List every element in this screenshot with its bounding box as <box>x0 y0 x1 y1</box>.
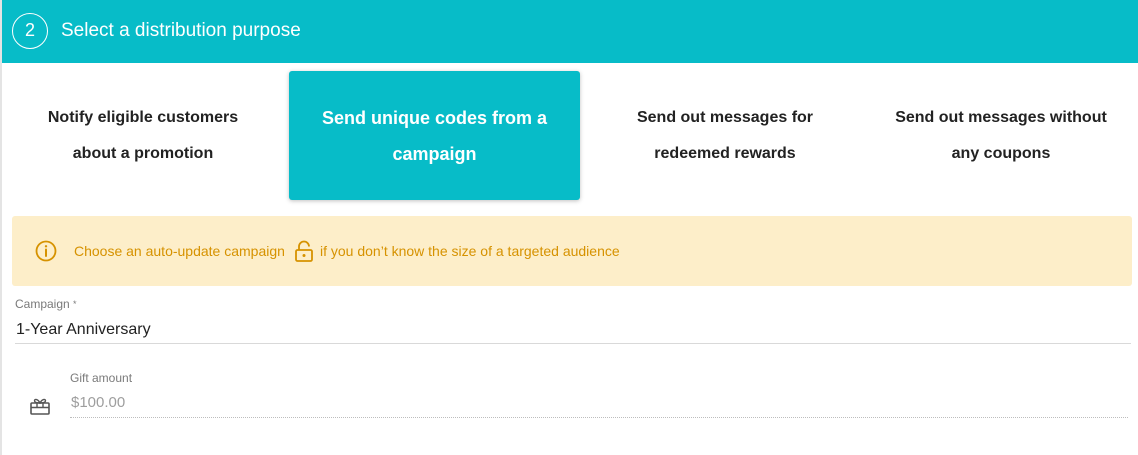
auto-update-alert: Choose an auto-update campaign if you do… <box>12 216 1132 286</box>
purpose-option-label: Send out messages for redeemed rewards <box>636 108 814 162</box>
purpose-option-label: Notify eligible customers about a promot… <box>47 108 239 162</box>
purpose-option-label: Send out messages without any coupons <box>895 108 1107 162</box>
campaign-value: 1-Year Anniversary <box>16 321 151 338</box>
gift-amount-field <box>70 388 1128 418</box>
distribution-step-panel: 2 Select a distribution purpose Notify e… <box>0 0 1138 455</box>
purpose-option-label: Send unique codes from a campaign <box>321 107 548 164</box>
info-icon <box>35 240 57 262</box>
step-number-badge: 2 <box>12 13 48 49</box>
alert-text-after: if you don’t know the size of a targeted… <box>320 243 620 259</box>
campaign-field-label: Campaign * <box>15 297 77 311</box>
campaign-select[interactable]: 1-Year Anniversary <box>15 314 1131 344</box>
purpose-option-notify-promotion[interactable]: Notify eligible customers about a promot… <box>12 71 274 200</box>
gift-amount-input[interactable] <box>71 394 471 412</box>
alert-text-before: Choose an auto-update campaign <box>74 243 285 259</box>
gift-amount-label: Gift amount <box>70 371 133 385</box>
purpose-option-no-coupons[interactable]: Send out messages without any coupons <box>870 71 1132 200</box>
gift-icon <box>30 398 50 415</box>
required-mark: * <box>73 299 77 309</box>
lock-icon <box>295 240 313 262</box>
step-header: 2 Select a distribution purpose <box>2 0 1138 63</box>
step-title: Select a distribution purpose <box>61 20 301 41</box>
campaign-label-text: Campaign <box>15 297 70 311</box>
purpose-option-redeemed-rewards[interactable]: Send out messages for redeemed rewards <box>594 71 856 200</box>
purpose-option-unique-codes[interactable]: Send unique codes from a campaign <box>289 71 580 200</box>
